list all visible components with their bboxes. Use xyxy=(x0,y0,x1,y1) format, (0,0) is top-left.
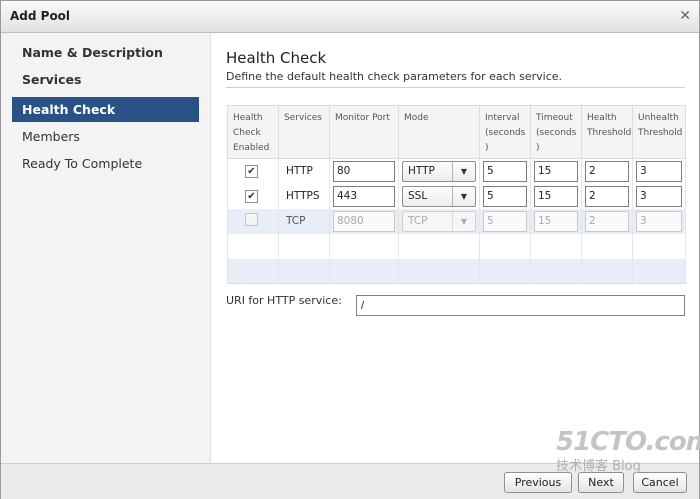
column-header: Services xyxy=(278,105,330,159)
health-threshold-input[interactable] xyxy=(585,185,629,207)
column-header: Mode xyxy=(398,105,480,159)
unhealth-threshold-input[interactable] xyxy=(636,185,682,207)
title-divider xyxy=(226,87,685,88)
health-threshold-input xyxy=(585,210,629,232)
monitor-port-input xyxy=(333,210,395,232)
dialog-title: Add Pool xyxy=(10,9,71,23)
mode-select[interactable]: SSL ▼ xyxy=(402,185,476,207)
interval-input[interactable] xyxy=(483,160,527,182)
main-panel: Health Check Define the default health c… xyxy=(211,33,699,463)
health-check-enabled-checkbox[interactable] xyxy=(245,213,258,226)
monitor-port-input[interactable] xyxy=(333,160,395,182)
add-pool-dialog: Add Pool ✕ Name & Description Services H… xyxy=(0,0,700,499)
watermark-subtext: 技术博客 Blog xyxy=(556,459,641,474)
page-title: Health Check xyxy=(226,49,327,67)
column-header: Unhealth Threshold xyxy=(632,105,686,159)
mode-select[interactable]: HTTP ▼ xyxy=(402,160,476,182)
service-name: HTTP xyxy=(286,165,313,178)
chevron-down-icon[interactable]: ▼ xyxy=(452,186,475,206)
health-check-table: Health Check Enabled Services Monitor Po… xyxy=(227,105,686,284)
column-header: Health Threshold xyxy=(581,105,633,159)
dialog-titlebar: Add Pool ✕ xyxy=(1,1,699,33)
previous-button[interactable]: Previous xyxy=(504,472,572,493)
empty-row xyxy=(227,233,686,259)
interval-input[interactable] xyxy=(483,185,527,207)
table-header-row: Health Check Enabled Services Monitor Po… xyxy=(227,105,686,159)
timeout-input[interactable] xyxy=(534,185,578,207)
service-name: TCP xyxy=(286,215,306,227)
service-name: HTTPS xyxy=(286,190,320,202)
table-row: TCP TCP ▼ xyxy=(227,208,686,234)
column-header: Health Check Enabled xyxy=(227,105,279,159)
site-watermark: 51CTO.com 技术博客 Blog xyxy=(556,427,700,474)
page-subtitle: Define the default health check paramete… xyxy=(226,70,563,83)
health-check-enabled-checkbox[interactable]: ✔ xyxy=(245,189,258,203)
interval-input xyxy=(483,210,527,232)
cancel-button[interactable]: Cancel xyxy=(633,472,687,493)
mode-value: SSL xyxy=(408,189,428,202)
step-ready-to-complete[interactable]: Ready To Complete xyxy=(12,151,199,176)
column-header: Monitor Port xyxy=(329,105,399,159)
monitor-port-input[interactable] xyxy=(333,185,395,207)
mode-value: TCP xyxy=(408,214,428,227)
column-header: Timeout (seconds ) xyxy=(530,105,582,159)
table-row: ✔ HTTP HTTP ▼ xyxy=(227,158,686,184)
mode-select: TCP ▼ xyxy=(402,210,476,232)
health-check-enabled-checkbox[interactable]: ✔ xyxy=(245,164,258,178)
chevron-down-icon[interactable]: ▼ xyxy=(452,161,475,181)
empty-row xyxy=(227,258,686,284)
column-header: Interval (seconds ) xyxy=(479,105,531,159)
health-threshold-input[interactable] xyxy=(585,160,629,182)
uri-label: URI for HTTP service: xyxy=(226,294,342,307)
step-name-description[interactable]: Name & Description xyxy=(12,40,199,65)
timeout-input xyxy=(534,210,578,232)
chevron-down-icon: ▼ xyxy=(452,211,475,231)
mode-value: HTTP xyxy=(408,164,435,177)
step-services[interactable]: Services xyxy=(12,67,199,92)
next-button[interactable]: Next xyxy=(578,472,624,493)
uri-input[interactable] xyxy=(356,295,685,316)
step-health-check[interactable]: Health Check xyxy=(12,97,199,122)
timeout-input[interactable] xyxy=(534,160,578,182)
watermark-logo-text: 51CTO.com xyxy=(556,427,700,457)
table-row: ✔ HTTPS SSL ▼ xyxy=(227,183,686,209)
wizard-steps-sidebar: Name & Description Services Health Check… xyxy=(1,33,211,463)
step-members[interactable]: Members xyxy=(12,124,199,149)
unhealth-threshold-input xyxy=(636,210,682,232)
close-icon[interactable]: ✕ xyxy=(679,8,691,24)
unhealth-threshold-input[interactable] xyxy=(636,160,682,182)
